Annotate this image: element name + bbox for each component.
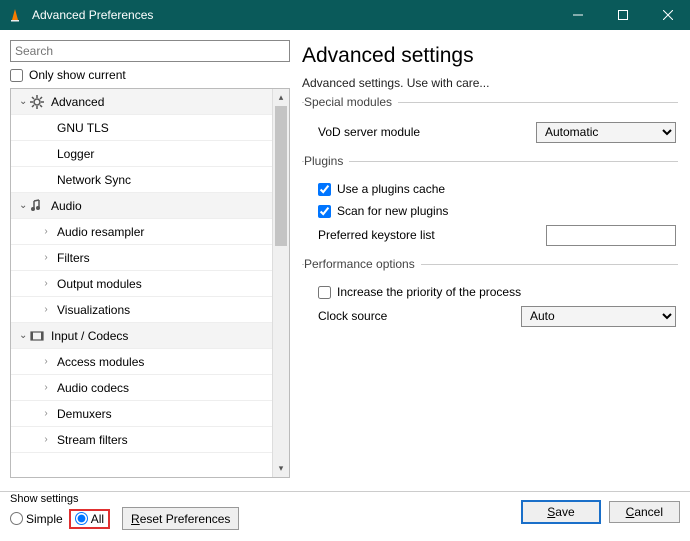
increase-priority-row: Increase the priority of the process [304, 281, 676, 303]
radio-simple[interactable]: Simple [10, 512, 63, 526]
tree-item[interactable]: › Demuxers [11, 401, 289, 427]
tree-item[interactable]: Network Sync [11, 167, 289, 193]
tree-item-label: Stream filters [57, 433, 128, 447]
tree-item[interactable]: › Filters [11, 245, 289, 271]
only-show-current-row: Only show current [10, 68, 290, 82]
category-tree: ⌄ Advanced GNU TLS Logger Network Sync ⌄ Audio… [10, 88, 290, 478]
use-cache-label: Use a plugins cache [337, 182, 445, 196]
left-panel: Only show current ⌄ Advanced GNU TLS Logger… [10, 40, 290, 481]
tree-item[interactable]: › Output modules [11, 271, 289, 297]
tree-item-label: Audio [51, 199, 82, 213]
vod-select[interactable]: Automatic [536, 122, 676, 143]
chevron-right-icon[interactable]: › [41, 252, 51, 263]
scan-new-label: Scan for new plugins [337, 204, 448, 218]
clock-label: Clock source [304, 309, 521, 323]
reset-preferences-button[interactable]: Reset Preferences [122, 507, 239, 530]
tree-item[interactable]: ⌄ Audio [11, 193, 289, 219]
radio-all[interactable]: All [75, 512, 104, 526]
app-icon [0, 8, 30, 22]
expander-icon[interactable]: ⌄ [11, 200, 23, 211]
keystore-row: Preferred keystore list [304, 222, 676, 248]
chevron-right-icon[interactable]: › [41, 278, 51, 289]
tree-item-label: Audio codecs [57, 381, 129, 395]
tree-item-label: Logger [57, 147, 94, 161]
tree-item[interactable]: › Stream filters [11, 427, 289, 453]
group-plugins: Plugins Use a plugins cache Scan for new… [302, 161, 678, 256]
scan-new-row: Scan for new plugins [304, 200, 676, 222]
expander-icon[interactable]: ⌄ [11, 96, 23, 107]
keystore-label: Preferred keystore list [304, 228, 546, 242]
tree-item[interactable]: › Audio codecs [11, 375, 289, 401]
tree-item[interactable]: › Visualizations [11, 297, 289, 323]
tree-item-label: GNU TLS [57, 121, 109, 135]
increase-priority-label: Increase the priority of the process [337, 285, 521, 299]
tree-item[interactable]: ⌄ Input / Codecs [11, 323, 289, 349]
codec-icon [29, 328, 45, 344]
tree-item-label: Network Sync [57, 173, 131, 187]
increase-priority-checkbox[interactable] [318, 286, 331, 299]
audio-icon [29, 198, 45, 214]
tree-item-label: Visualizations [57, 303, 130, 317]
only-show-current-label: Only show current [29, 68, 126, 82]
tree-item-label: Demuxers [57, 407, 112, 421]
tree-item-label: Advanced [51, 95, 104, 109]
clock-select[interactable]: Auto [521, 306, 676, 327]
group-title-perf: Performance options [304, 257, 421, 271]
cancel-button[interactable]: Cancel [609, 501, 680, 523]
use-cache-row: Use a plugins cache [304, 178, 676, 200]
tree-item-label: Filters [57, 251, 90, 265]
show-settings-label: Show settings [10, 493, 239, 505]
scan-new-checkbox[interactable] [318, 205, 331, 218]
tree-scrollbar[interactable]: ▴ ▾ [272, 89, 289, 477]
search-input[interactable] [10, 40, 290, 62]
tree-item-label: Output modules [57, 277, 142, 291]
scroll-down-arrow[interactable]: ▾ [273, 460, 289, 477]
footer: Show settings Simple All Reset Preferenc… [0, 491, 690, 531]
tree-item-label: Audio resampler [57, 225, 144, 239]
clock-row: Clock source Auto [304, 303, 676, 329]
scroll-thumb[interactable] [275, 106, 287, 246]
dialog-body: Only show current ⌄ Advanced GNU TLS Logger… [0, 30, 690, 491]
radio-all-input[interactable] [75, 512, 88, 525]
page-subtitle: Advanced settings. Use with care... [302, 76, 678, 90]
group-title-plugins: Plugins [304, 154, 349, 168]
use-cache-checkbox[interactable] [318, 183, 331, 196]
window-title: Advanced Preferences [30, 8, 555, 22]
chevron-right-icon[interactable]: › [41, 226, 51, 237]
radio-simple-input[interactable] [10, 512, 23, 525]
group-title-special: Special modules [304, 95, 398, 109]
chevron-right-icon[interactable]: › [41, 304, 51, 315]
scroll-up-arrow[interactable]: ▴ [273, 89, 289, 106]
titlebar: Advanced Preferences [0, 0, 690, 30]
group-special-modules: Special modules VoD server module Automa… [302, 102, 678, 153]
minimize-button[interactable] [555, 0, 600, 30]
radio-all-highlight: All [69, 509, 110, 529]
chevron-right-icon[interactable]: › [41, 434, 51, 445]
right-panel: Advanced settings Advanced settings. Use… [300, 40, 680, 481]
vod-label: VoD server module [304, 125, 536, 139]
tree-item[interactable]: Logger [11, 141, 289, 167]
tree-item[interactable]: › Audio resampler [11, 219, 289, 245]
expander-icon[interactable]: ⌄ [11, 330, 23, 341]
tree-item[interactable]: GNU TLS [11, 115, 289, 141]
keystore-input[interactable] [546, 225, 676, 246]
maximize-button[interactable] [600, 0, 645, 30]
tree-item-label: Input / Codecs [51, 329, 128, 343]
gear-icon [29, 94, 45, 110]
group-performance: Performance options Increase the priorit… [302, 264, 678, 337]
vod-row: VoD server module Automatic [304, 119, 676, 145]
chevron-right-icon[interactable]: › [41, 382, 51, 393]
save-button[interactable]: Save [521, 500, 600, 524]
tree-item[interactable]: › Access modules [11, 349, 289, 375]
show-settings-block: Show settings Simple All Reset Preferenc… [10, 493, 239, 530]
tree-item[interactable]: ⌄ Advanced [11, 89, 289, 115]
close-button[interactable] [645, 0, 690, 30]
chevron-right-icon[interactable]: › [41, 356, 51, 367]
only-show-current-checkbox[interactable] [10, 69, 23, 82]
tree-item-label: Access modules [57, 355, 144, 369]
page-heading: Advanced settings [302, 44, 678, 68]
chevron-right-icon[interactable]: › [41, 408, 51, 419]
